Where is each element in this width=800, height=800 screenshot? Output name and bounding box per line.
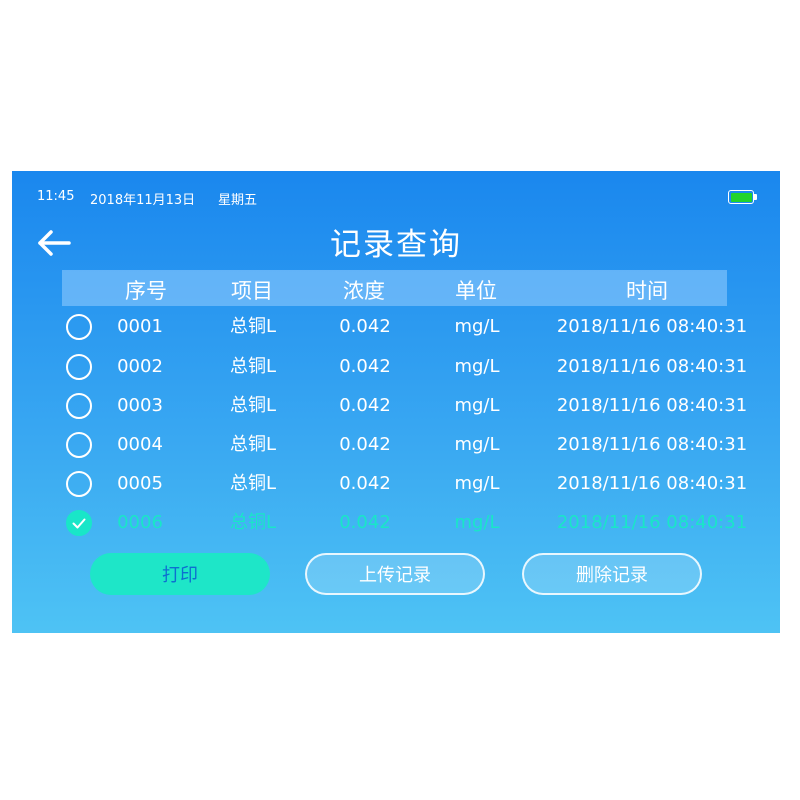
status-weekday: 星期五 [218, 193, 258, 208]
table-row[interactable]: 0005 总铜L 0.042 mg/L 2018/11/16 08:40:31 [62, 465, 747, 503]
table-row[interactable]: 0002 总铜L 0.042 mg/L 2018/11/16 08:40:31 [62, 348, 747, 386]
cell-concentration: 0.042 [339, 434, 391, 455]
table-row-selected[interactable]: 0006 总铜L 0.042 mg/L 2018/11/16 08:40:31 [62, 504, 747, 542]
cell-time: 2018/11/16 08:40:31 [556, 356, 748, 377]
cell-id: 0001 [117, 316, 163, 337]
row-select-radio[interactable] [66, 471, 92, 497]
column-header-unit: 单位 [455, 279, 497, 303]
battery-level-fill [730, 192, 752, 202]
cell-item: 总铜L [229, 473, 277, 494]
delete-records-button[interactable]: 删除记录 [522, 553, 702, 595]
row-select-radio-checked[interactable] [66, 510, 92, 536]
cell-item: 总铜L [229, 316, 277, 337]
cell-concentration: 0.042 [339, 473, 391, 494]
cell-unit: mg/L [454, 356, 500, 377]
table-row[interactable]: 0004 总铜L 0.042 mg/L 2018/11/16 08:40:31 [62, 426, 747, 464]
device-screen: 11:45 2018年11月13日 星期五 记录查询 序号 项目 浓度 单位 时… [12, 171, 780, 633]
table-header: 序号 项目 浓度 单位 时间 [62, 270, 727, 306]
cell-time: 2018/11/16 08:40:31 [556, 395, 748, 416]
cell-unit: mg/L [454, 512, 500, 533]
cell-time: 2018/11/16 08:40:31 [556, 434, 748, 455]
cell-item: 总铜L [229, 395, 277, 416]
table-row[interactable]: 0003 总铜L 0.042 mg/L 2018/11/16 08:40:31 [62, 387, 747, 425]
cell-concentration: 0.042 [339, 395, 391, 416]
cell-time: 2018/11/16 08:40:31 [556, 512, 748, 533]
cell-item: 总铜L [229, 434, 277, 455]
upload-records-button[interactable]: 上传记录 [305, 553, 485, 595]
row-select-radio[interactable] [66, 393, 92, 419]
cell-time: 2018/11/16 08:40:31 [556, 316, 748, 337]
cell-unit: mg/L [454, 473, 500, 494]
column-header-time: 时间 [626, 279, 668, 303]
cell-id: 0004 [117, 434, 163, 455]
battery-tip [754, 194, 757, 200]
cell-id: 0002 [117, 356, 163, 377]
cell-unit: mg/L [454, 395, 500, 416]
column-header-concentration: 浓度 [343, 279, 385, 303]
column-header-item: 项目 [231, 279, 273, 303]
status-date: 2018年11月13日 [90, 193, 196, 208]
cell-unit: mg/L [454, 434, 500, 455]
table-row[interactable]: 0001 总铜L 0.042 mg/L 2018/11/16 08:40:31 [62, 308, 747, 346]
status-bar: 11:45 2018年11月13日 星期五 [12, 171, 780, 221]
cell-item: 总铜L [229, 512, 277, 533]
status-time: 11:45 [37, 189, 75, 204]
page-title: 记录查询 [330, 227, 462, 263]
cell-concentration: 0.042 [339, 512, 391, 533]
cell-concentration: 0.042 [339, 356, 391, 377]
row-select-radio[interactable] [66, 354, 92, 380]
column-header-id: 序号 [125, 279, 167, 303]
cell-unit: mg/L [454, 316, 500, 337]
checkmark-icon [72, 518, 86, 528]
cell-id: 0005 [117, 473, 163, 494]
print-button[interactable]: 打印 [90, 553, 270, 595]
battery-icon [728, 190, 754, 204]
cell-id: 0003 [117, 395, 163, 416]
cell-concentration: 0.042 [339, 316, 391, 337]
cell-id: 0006 [117, 512, 163, 533]
cell-item: 总铜L [229, 356, 277, 377]
row-select-radio[interactable] [66, 432, 92, 458]
row-select-radio[interactable] [66, 314, 92, 340]
cell-time: 2018/11/16 08:40:31 [556, 473, 748, 494]
